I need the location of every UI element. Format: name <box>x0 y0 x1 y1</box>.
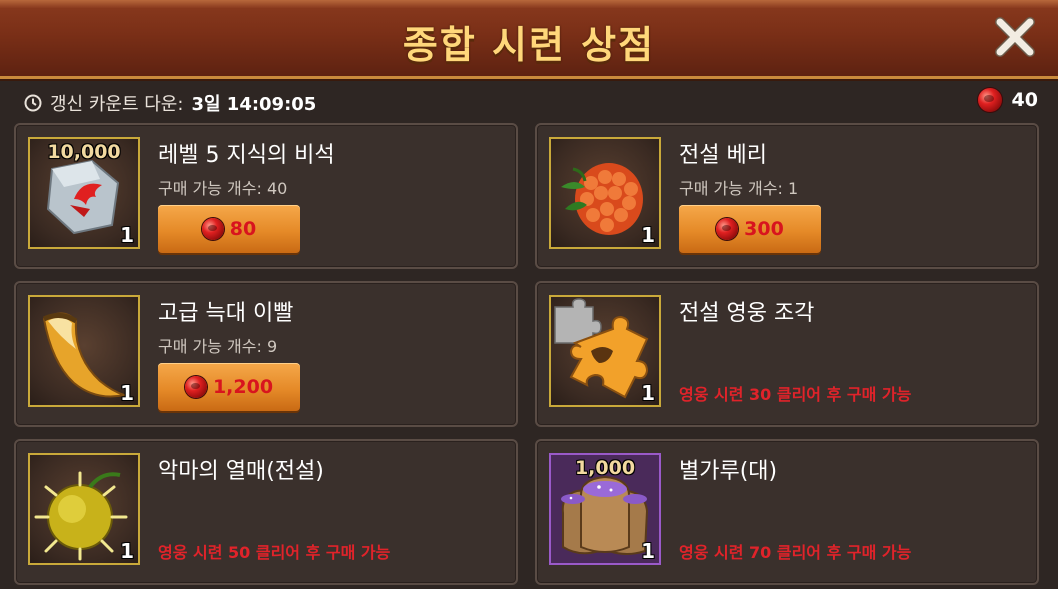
refresh-timer: 갱신 카운트 다운: 3일 14:09:05 <box>24 90 316 116</box>
item-quantity: 1 <box>641 539 655 563</box>
buy-button[interactable]: 300 <box>679 205 821 253</box>
shop-title: 종합 시련 상점 <box>402 23 656 67</box>
red-gem-icon <box>184 376 207 398</box>
item-icon-frame: 10,000 1 <box>28 137 140 249</box>
item-name: 레벨 5 지식의 비석 <box>158 143 335 168</box>
item-icon-frame: 1 <box>549 137 661 249</box>
item-quantity: 1 <box>641 223 655 247</box>
shop-item-card[interactable]: 1 전설 베리 구매 가능 개수: 1 300 <box>535 123 1039 269</box>
item-quantity: 1 <box>120 223 134 247</box>
purchase-requirement: 영웅 시련 50 클리어 후 구매 가능 <box>158 543 391 562</box>
item-quantity: 1 <box>120 539 134 563</box>
purchase-requirement: 영웅 시련 30 클리어 후 구매 가능 <box>679 385 912 404</box>
item-name: 전설 영웅 조각 <box>679 301 815 326</box>
item-icon-frame: 1 <box>28 295 140 407</box>
close-icon <box>995 17 1035 57</box>
currency-amount: 40 <box>1011 89 1038 111</box>
red-gem-icon <box>201 218 224 240</box>
item-quantity: 1 <box>641 381 655 405</box>
item-price: 300 <box>744 218 784 240</box>
item-purchase-limit: 구매 가능 개수: 40 <box>158 179 288 198</box>
red-gem-icon <box>716 218 739 240</box>
purchase-requirement: 영웅 시련 70 클리어 후 구매 가능 <box>679 543 912 562</box>
shop-status-bar: 갱신 카운트 다운: 3일 14:09:05 40 <box>0 80 1058 120</box>
item-amount-label: 10,000 <box>47 141 121 163</box>
item-purchase-limit: 구매 가능 개수: 1 <box>679 179 799 198</box>
clock-icon <box>24 94 42 112</box>
item-name: 별가루(대) <box>679 459 778 484</box>
buy-button[interactable]: 80 <box>158 205 300 253</box>
item-price: 80 <box>229 218 257 240</box>
shop-item-card[interactable]: 10,000 1 레벨 5 지식의 비석 구매 가능 개수: 40 80 <box>14 123 518 269</box>
shop-header: 종합 시련 상점 <box>0 0 1058 79</box>
shop-item-card[interactable]: 1 전설 영웅 조각 영웅 시련 30 클리어 후 구매 가능 <box>535 281 1039 427</box>
red-gem-icon <box>977 88 1002 112</box>
shop-item-card[interactable]: 1 악마의 열매(전설) 영웅 시련 50 클리어 후 구매 가능 <box>14 439 518 585</box>
item-price: 1,200 <box>212 376 274 398</box>
item-name: 고급 늑대 이빨 <box>158 301 294 326</box>
item-icon-frame: 1 <box>28 453 140 565</box>
close-button[interactable] <box>992 14 1038 60</box>
shop-item-card[interactable]: 1,000 1 별가루(대) 영웅 시련 70 클리어 후 구매 가능 <box>535 439 1039 585</box>
item-quantity: 1 <box>120 381 134 405</box>
currency-display: 40 <box>977 88 1038 112</box>
item-icon-frame: 1,000 1 <box>549 453 661 565</box>
buy-button[interactable]: 1,200 <box>158 363 300 411</box>
item-amount-label: 1,000 <box>574 457 636 479</box>
shop-item-card[interactable]: 1 고급 늑대 이빨 구매 가능 개수: 9 1,200 <box>14 281 518 427</box>
item-purchase-limit: 구매 가능 개수: 9 <box>158 337 278 356</box>
refresh-label: 갱신 카운트 다운: <box>50 94 184 115</box>
item-icon-frame: 1 <box>549 295 661 407</box>
item-name: 악마의 열매(전설) <box>158 459 324 484</box>
item-name: 전설 베리 <box>679 143 767 168</box>
refresh-time: 3일 14:09:05 <box>191 94 317 115</box>
